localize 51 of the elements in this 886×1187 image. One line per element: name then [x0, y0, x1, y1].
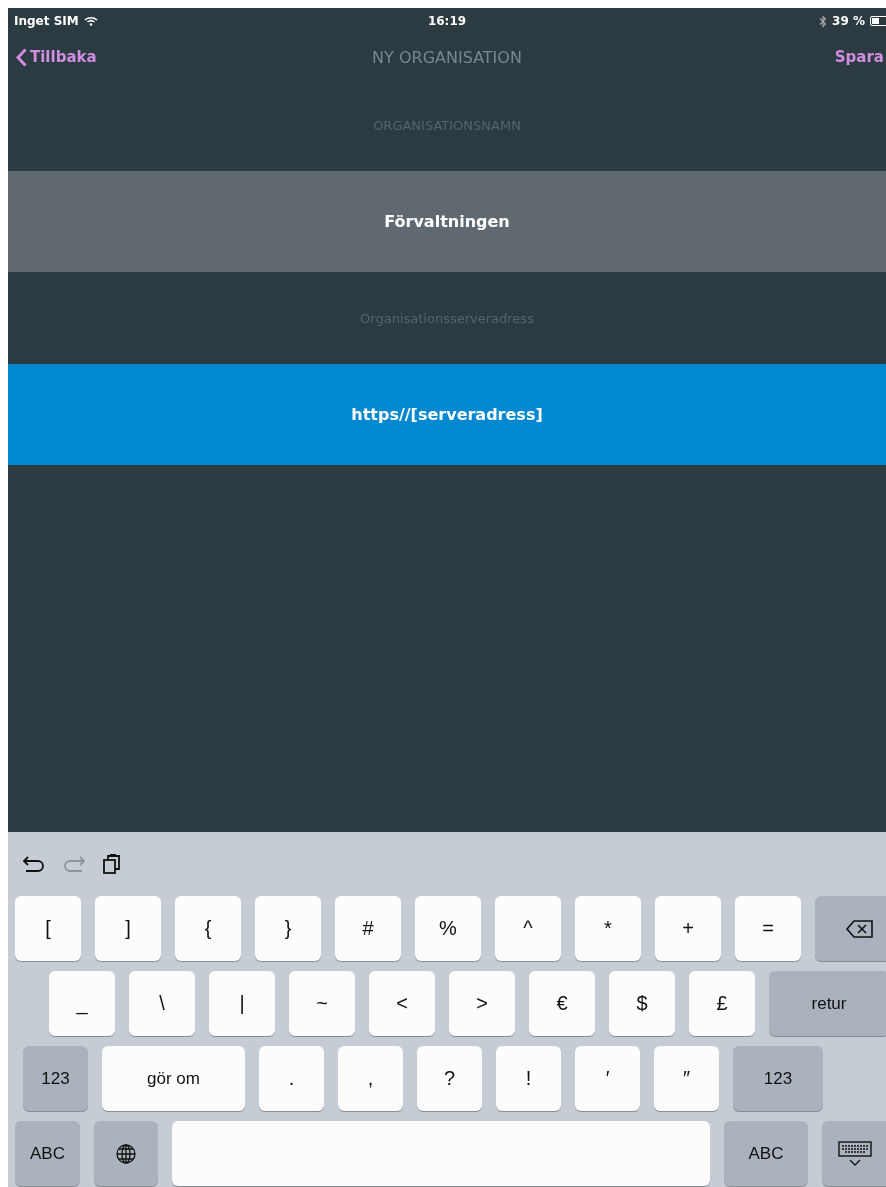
key[interactable]: [	[15, 896, 81, 961]
key[interactable]: ′	[575, 1046, 640, 1111]
key[interactable]: ^	[495, 896, 561, 961]
bluetooth-icon	[819, 14, 828, 28]
carrier-label: Inget SIM	[14, 14, 79, 28]
clipboard-icon[interactable]	[102, 853, 122, 875]
key[interactable]: .	[259, 1046, 324, 1111]
backspace-key[interactable]	[815, 896, 886, 961]
function-key[interactable]: ABC	[15, 1121, 80, 1186]
key[interactable]: _	[49, 971, 115, 1036]
function-key[interactable]: 123	[23, 1046, 88, 1111]
back-button[interactable]: Tillbaka	[8, 47, 97, 67]
battery-icon	[870, 16, 886, 26]
redo-key[interactable]: gör om	[102, 1046, 245, 1111]
key[interactable]: %	[415, 896, 481, 961]
key[interactable]: ~	[289, 971, 355, 1036]
text-field[interactable]: https//[serveradress]	[8, 364, 886, 465]
chevron-left-icon	[16, 47, 27, 67]
wifi-icon	[83, 16, 98, 26]
screen-title: NY ORGANISATION	[372, 47, 522, 67]
key[interactable]: *	[575, 896, 641, 961]
key[interactable]: +	[655, 896, 721, 961]
key[interactable]: |	[209, 971, 275, 1036]
function-key[interactable]: retur	[769, 971, 886, 1036]
key[interactable]: >	[449, 971, 515, 1036]
clock: 16:19	[427, 14, 467, 28]
battery-percentage: 39 %	[832, 14, 865, 28]
save-button[interactable]: Spara	[834, 48, 886, 66]
key[interactable]: ]	[95, 896, 161, 961]
backspace-icon	[845, 918, 875, 939]
key[interactable]: =	[735, 896, 801, 961]
key[interactable]: <	[369, 971, 435, 1036]
key[interactable]: ,	[338, 1046, 403, 1111]
key[interactable]: #	[335, 896, 401, 961]
function-key[interactable]: 123	[733, 1046, 823, 1111]
key[interactable]: {	[175, 896, 241, 961]
key[interactable]: ″	[654, 1046, 719, 1111]
text-field[interactable]: Förvaltningen	[8, 171, 886, 272]
key[interactable]: $	[609, 971, 675, 1036]
keyboard-icon	[837, 1139, 873, 1168]
key[interactable]: \	[129, 971, 195, 1036]
key[interactable]: !	[496, 1046, 561, 1111]
function-key[interactable]: ABC	[724, 1121, 808, 1186]
key[interactable]: ?	[417, 1046, 482, 1111]
globe-icon	[115, 1142, 137, 1165]
key[interactable]: }	[255, 896, 321, 961]
key[interactable]: £	[689, 971, 755, 1036]
globe-key[interactable]	[94, 1121, 158, 1186]
undo-icon[interactable]	[22, 854, 46, 874]
key[interactable]: €	[529, 971, 595, 1036]
hide-keyboard-key[interactable]	[822, 1121, 886, 1186]
